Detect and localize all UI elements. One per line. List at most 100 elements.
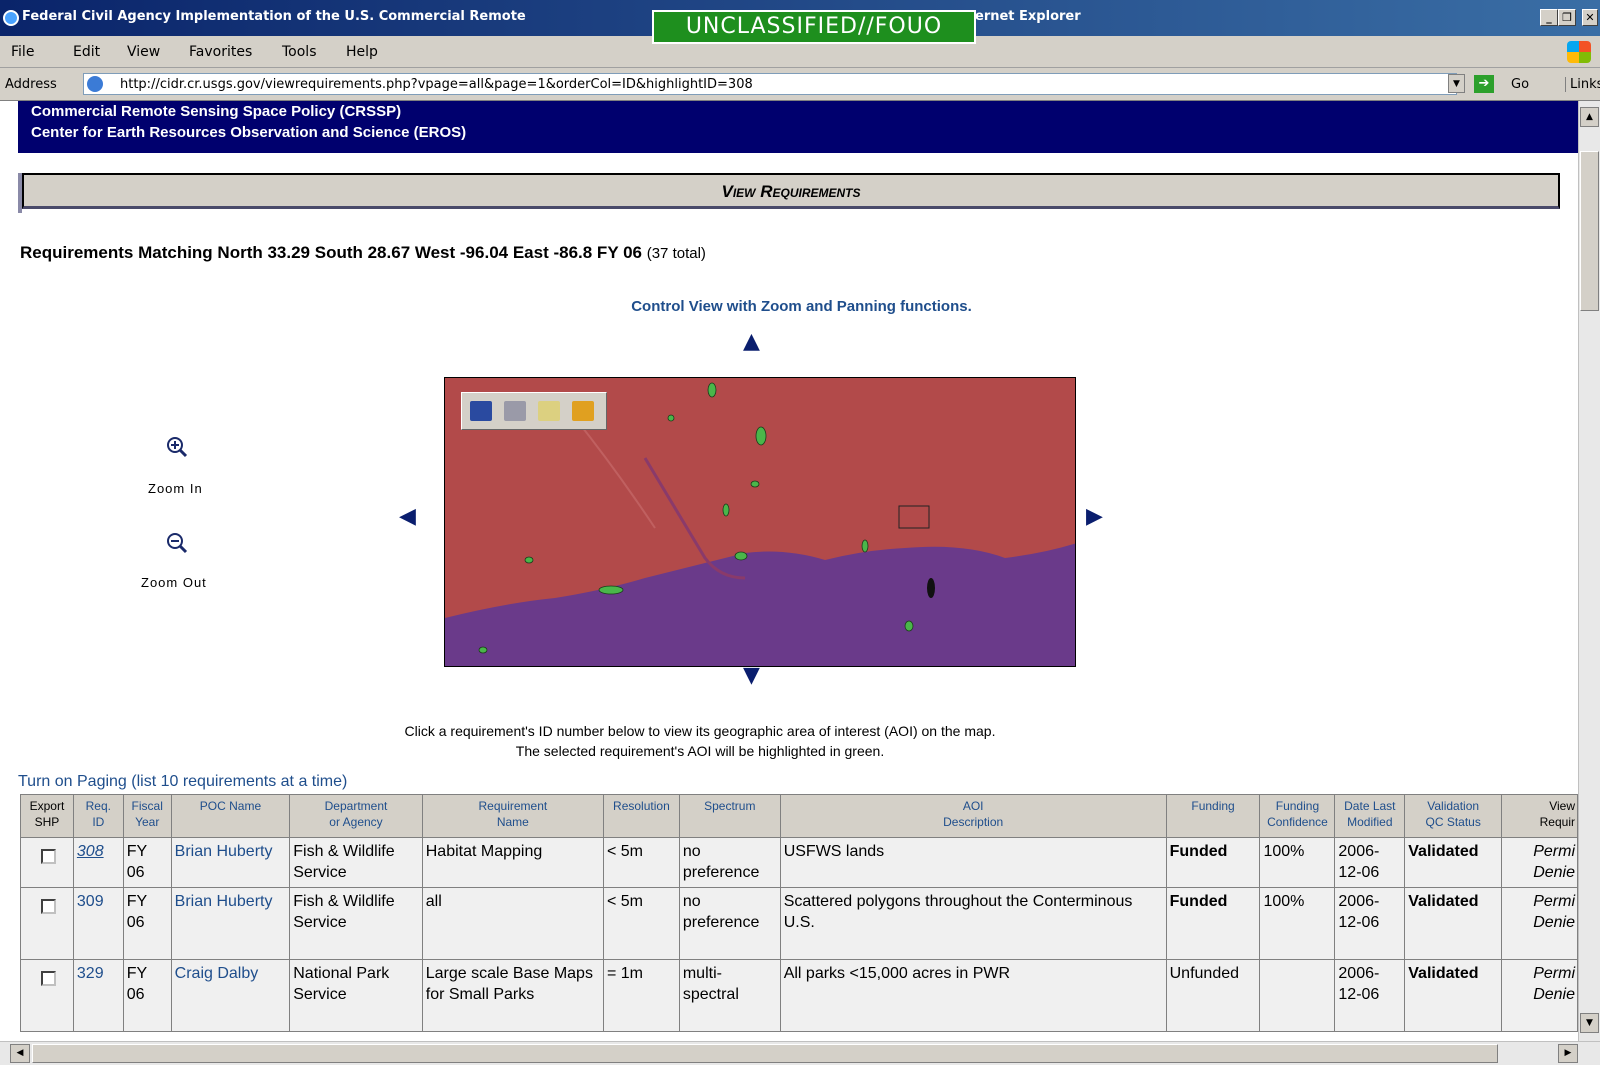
email-icon[interactable] — [538, 401, 560, 421]
col-export-shp[interactable]: Export SHP — [20, 794, 74, 838]
view-cell[interactable]: Permi Denie — [1501, 837, 1578, 888]
page-icon — [87, 76, 103, 92]
requirement-name-cell: Habitat Mapping — [421, 837, 604, 888]
col-department[interactable]: Department or Agency — [289, 794, 423, 838]
col-req-id[interactable]: Req. ID — [72, 794, 124, 838]
vertical-scroll-thumb[interactable] — [1580, 151, 1599, 311]
view-cell[interactable]: Permi Denie — [1501, 887, 1578, 960]
address-dropdown-icon[interactable]: ▼ — [1448, 74, 1465, 93]
col-requirement-name[interactable]: Requirement Name — [421, 794, 604, 838]
status-cell: Validated — [1404, 837, 1503, 888]
header-banner: Commercial Remote Sensing Space Policy (… — [18, 101, 1578, 153]
export-checkbox[interactable] — [41, 849, 56, 864]
match-text: Requirements Matching North 33.29 South … — [20, 243, 642, 262]
resolution-cell: = 1m — [602, 959, 680, 1032]
aoi-map[interactable] — [444, 377, 1076, 667]
menu-favorites[interactable]: Favorites — [189, 44, 252, 60]
address-label: Address — [5, 77, 57, 92]
banner-line-1: Commercial Remote Sensing Space Policy (… — [31, 103, 402, 120]
links-button[interactable]: Links — [1565, 77, 1600, 92]
poc-link[interactable]: Brian Huberty — [175, 843, 273, 860]
menu-tools[interactable]: Tools — [282, 44, 317, 60]
window-title-suffix: ernet Explorer — [975, 9, 1081, 24]
col-date-modified[interactable]: Date Last Modified — [1334, 794, 1406, 838]
menu-view[interactable]: View — [127, 44, 160, 60]
requirement-name-cell: all — [421, 887, 604, 960]
requirements-table: Export SHP Req. ID Fiscal Year POC Name Dep… — [20, 794, 1578, 1032]
export-icon[interactable] — [572, 401, 594, 421]
horizontal-scrollbar[interactable]: ◀ ▶ — [0, 1041, 1600, 1065]
req-id-link[interactable]: 329 — [77, 965, 104, 982]
col-funding[interactable]: Funding — [1165, 794, 1261, 838]
go-button[interactable]: Go — [1511, 77, 1529, 92]
funding-cell: Funded — [1165, 887, 1261, 960]
instruction-line-1: Click a requirement's ID number below to… — [404, 723, 996, 739]
menu-file[interactable]: File — [11, 44, 34, 60]
scroll-up-icon[interactable]: ▲ — [1580, 107, 1599, 127]
date-cell: 2006-12-06 — [1334, 959, 1406, 1032]
print-icon[interactable] — [504, 401, 526, 421]
spectrum-cell: no preference — [678, 837, 781, 888]
view-cell[interactable]: Permi Denie — [1501, 959, 1578, 1032]
col-fiscal-year[interactable]: Fiscal Year — [122, 794, 172, 838]
zoom-out-icon[interactable] — [165, 531, 189, 561]
date-cell: 2006-12-06 — [1334, 837, 1406, 888]
department-cell: National Park Service — [289, 959, 423, 1032]
instruction-line-2: The selected requirement's AOI will be h… — [515, 743, 885, 759]
address-input[interactable]: http://cidr.cr.usgs.gov/viewrequirements… — [83, 73, 1457, 95]
col-validation-status[interactable]: Validation QC Status — [1404, 794, 1503, 838]
req-id-cell: 309 — [72, 887, 124, 960]
req-id-link[interactable]: 308 — [77, 843, 104, 860]
vertical-scrollbar[interactable]: ▲ ▼ — [1578, 101, 1600, 1041]
scroll-right-icon[interactable]: ▶ — [1558, 1044, 1578, 1063]
funding-cell: Funded — [1165, 837, 1261, 888]
pan-down-arrow-icon[interactable]: ▼ — [743, 665, 760, 687]
page-heading-text: View Requirements — [721, 182, 861, 201]
confidence-cell — [1259, 959, 1336, 1032]
horizontal-scroll-thumb[interactable] — [32, 1044, 1498, 1063]
poc-link[interactable]: Brian Huberty — [175, 893, 273, 910]
table-header-row: Export SHP Req. ID Fiscal Year POC Name Dep… — [20, 794, 1578, 838]
col-aoi-description[interactable]: AOI Description — [779, 794, 1167, 838]
scroll-down-icon[interactable]: ▼ — [1580, 1013, 1599, 1033]
windows-logo-icon — [1567, 41, 1591, 63]
col-view-requirement[interactable]: View Requir — [1501, 794, 1578, 838]
pan-right-arrow-icon[interactable]: ▶ — [1086, 506, 1103, 528]
banner-line-2: Center for Earth Resources Observation a… — [31, 124, 467, 141]
menu-edit[interactable]: Edit — [73, 44, 100, 60]
zoom-out-label[interactable]: Zoom Out — [141, 575, 207, 590]
close-button[interactable]: ✕ — [1582, 9, 1598, 26]
export-checkbox[interactable] — [41, 899, 56, 914]
col-funding-confidence[interactable]: Funding Confidence — [1259, 794, 1336, 838]
aoi-cell: USFWS lands — [779, 837, 1167, 888]
save-icon[interactable] — [470, 401, 492, 421]
col-spectrum[interactable]: Spectrum — [678, 794, 781, 838]
status-cell: Validated — [1404, 959, 1503, 1032]
poc-cell: Brian Huberty — [170, 837, 291, 888]
go-arrow-icon[interactable]: ➔ — [1474, 75, 1494, 93]
scroll-left-icon[interactable]: ◀ — [10, 1044, 30, 1063]
pan-up-arrow-icon[interactable]: ▲ — [743, 331, 760, 353]
req-id-link[interactable]: 309 — [77, 893, 104, 910]
confidence-cell: 100% — [1259, 837, 1336, 888]
funding-cell: Unfunded — [1165, 959, 1261, 1032]
zoom-in-label[interactable]: Zoom In — [148, 481, 203, 496]
minimize-button[interactable]: _ — [1540, 9, 1558, 26]
table-row: 329 FY 06 Craig Dalby National Park Serv… — [20, 959, 1578, 1032]
pan-left-arrow-icon[interactable]: ◀ — [399, 506, 416, 528]
poc-cell: Craig Dalby — [170, 959, 291, 1032]
fiscal-year-cell: FY 06 — [122, 959, 172, 1032]
poc-link[interactable]: Craig Dalby — [175, 965, 259, 982]
table-row: 308 FY 06 Brian Huberty Fish & Wildlife … — [20, 837, 1578, 888]
col-resolution[interactable]: Resolution — [602, 794, 680, 838]
aoi-cell: All parks <15,000 acres in PWR — [779, 959, 1167, 1032]
export-checkbox[interactable] — [41, 971, 56, 986]
menu-help[interactable]: Help — [346, 44, 378, 60]
col-poc-name[interactable]: POC Name — [170, 794, 291, 838]
maximize-button[interactable]: ❐ — [1558, 9, 1576, 26]
status-cell: Validated — [1404, 887, 1503, 960]
spectrum-cell: no preference — [678, 887, 781, 960]
fiscal-year-cell: FY 06 — [122, 837, 172, 888]
paging-link[interactable]: Turn on Paging (list 10 requirements at … — [18, 773, 347, 791]
zoom-in-icon[interactable] — [165, 435, 189, 465]
